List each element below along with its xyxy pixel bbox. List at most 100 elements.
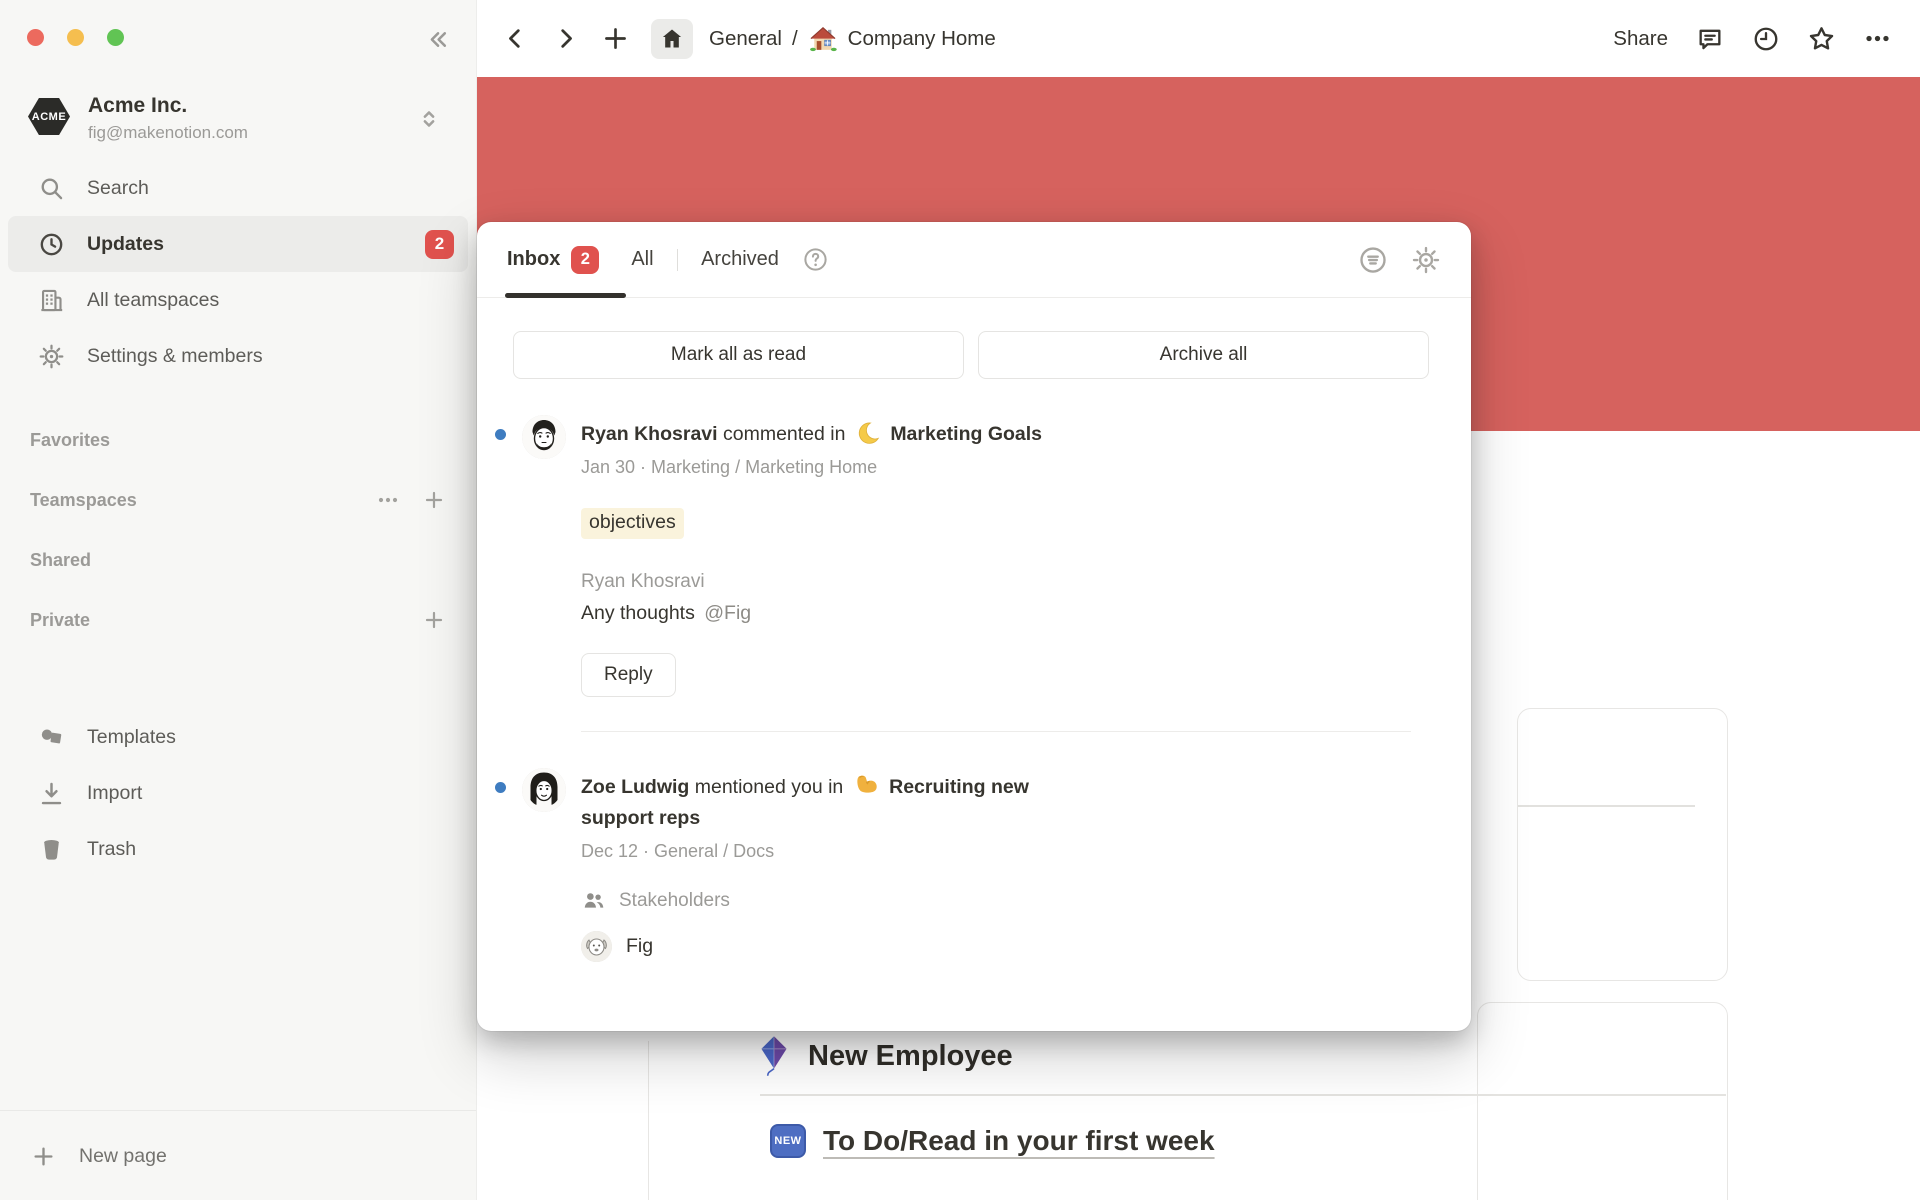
archive-all-button[interactable]: Archive all	[978, 331, 1429, 379]
notification-item[interactable]: Ryan Khosravi commented in Marketing Goa…	[477, 379, 1471, 732]
breadcrumb: General / Company Home	[709, 24, 996, 54]
new-page-label: New page	[79, 1145, 167, 1168]
window-minimize-button[interactable]	[67, 29, 84, 46]
sidebar-item-templates[interactable]: Templates	[8, 709, 468, 765]
notification-title: Zoe Ludwig mentioned you in Recruiting n…	[581, 772, 1101, 834]
mark-all-read-button[interactable]: Mark all as read	[513, 331, 964, 379]
sidebar-item-label: Settings & members	[87, 345, 263, 368]
import-icon	[38, 780, 65, 807]
forward-icon[interactable]	[551, 24, 580, 53]
topbar: General / Company Home Share	[477, 0, 1920, 77]
sidebar-item-settings[interactable]: Settings & members	[8, 328, 468, 384]
new-page-button[interactable]: New page	[0, 1111, 476, 1200]
sidebar-section-shared[interactable]: Shared	[0, 530, 476, 590]
group-row: Stakeholders	[581, 888, 1411, 913]
notion-app-window: ACME Acme Inc. fig@makenotion.com Search	[0, 0, 1920, 1200]
sidebar-item-label: Import	[87, 782, 142, 805]
inbox-header: Inbox 2 All Archived	[477, 222, 1471, 298]
inbox-settings-gear-icon[interactable]	[1411, 245, 1441, 275]
house-emoji	[808, 24, 838, 54]
page-link-to-do-read[interactable]: To Do/Read in your first week	[823, 1125, 1215, 1157]
highlighted-quote: objectives	[581, 508, 684, 539]
workspace-email: fig@makenotion.com	[88, 123, 248, 143]
clock-icon	[38, 231, 65, 258]
search-icon	[38, 175, 65, 202]
plus-icon	[30, 1143, 57, 1170]
help-icon[interactable]	[802, 246, 829, 273]
tab-archived[interactable]: Archived	[701, 248, 779, 271]
person-row: Fig	[581, 931, 1411, 962]
page-section-heading: New Employee	[808, 1040, 1013, 1073]
sidebar-section-favorites[interactable]: Favorites	[0, 410, 476, 470]
sidebar-sections: Favorites Teamspaces Shared Private	[0, 410, 476, 650]
updates-inbox-popover: Inbox 2 All Archived	[477, 222, 1471, 1031]
page-card-border	[648, 1041, 649, 1200]
sidebar-section-private[interactable]: Private	[0, 590, 476, 650]
add-private-page-icon[interactable]	[422, 608, 446, 632]
sidebar-footer: New page	[0, 1110, 476, 1200]
avatar	[522, 768, 566, 812]
add-teamspace-icon[interactable]	[422, 488, 446, 512]
person-name[interactable]: Fig	[626, 935, 653, 958]
breadcrumb-page[interactable]: Company Home	[848, 27, 996, 51]
crescent-moon-emoji	[855, 420, 881, 446]
tab-inbox[interactable]: Inbox 2	[507, 246, 599, 274]
workspace-switcher[interactable]: ACME Acme Inc. fig@makenotion.com	[28, 92, 462, 143]
people-icon	[581, 888, 606, 913]
comment-author: Ryan Khosravi	[581, 571, 1411, 593]
window-close-button[interactable]	[27, 29, 44, 46]
page-card	[1517, 708, 1728, 981]
kite-emoji	[756, 1034, 792, 1078]
share-button[interactable]: Share	[1613, 27, 1668, 51]
notification-meta: Dec 12 · General / Docs	[581, 841, 1411, 862]
mention-fig[interactable]: @Fig	[704, 602, 751, 624]
back-icon[interactable]	[501, 24, 530, 53]
comment-text: Any thoughts @Fig	[581, 602, 1411, 625]
gear-icon	[38, 343, 65, 370]
sidebar-item-search[interactable]: Search	[8, 160, 468, 216]
group-name[interactable]: Stakeholders	[619, 890, 730, 912]
sidebar-item-label: All teamspaces	[87, 289, 219, 312]
sidebar-item-updates[interactable]: Updates 2	[8, 216, 468, 272]
home-icon	[659, 26, 685, 52]
breadcrumb-section[interactable]: General	[709, 27, 782, 51]
updates-count-badge: 2	[425, 230, 454, 259]
more-options-icon[interactable]	[376, 488, 400, 512]
tab-divider	[677, 249, 679, 271]
sidebar: ACME Acme Inc. fig@makenotion.com Search	[0, 0, 477, 1200]
notification-item[interactable]: Zoe Ludwig mentioned you in Recruiting n…	[477, 732, 1471, 962]
notification-meta: Jan 30 · Marketing / Marketing Home	[581, 457, 1411, 478]
tab-all[interactable]: All	[631, 248, 653, 271]
sidebar-nav: Search Updates 2 All teamspaces Setting	[0, 160, 476, 384]
unread-dot	[495, 782, 506, 793]
breadcrumb-separator: /	[792, 27, 798, 51]
sidebar-item-label: Search	[87, 177, 149, 200]
more-options-icon[interactable]	[1863, 24, 1892, 53]
trash-icon	[38, 836, 65, 863]
new-emoji: NEW	[770, 1124, 806, 1158]
home-button[interactable]	[651, 19, 693, 59]
new-tab-plus-icon[interactable]	[601, 24, 630, 53]
sidebar-item-label: Updates	[87, 233, 164, 256]
sidebar-item-trash[interactable]: Trash	[8, 821, 468, 877]
workspace-switch-icon	[416, 106, 442, 132]
unread-dot	[495, 429, 506, 440]
page-card	[1477, 1002, 1728, 1200]
filter-icon[interactable]	[1358, 245, 1388, 275]
sidebar-item-all-teamspaces[interactable]: All teamspaces	[8, 272, 468, 328]
comments-icon[interactable]	[1695, 24, 1724, 53]
card-divider	[1518, 805, 1695, 807]
sidebar-section-teamspaces[interactable]: Teamspaces	[0, 470, 476, 530]
favorite-star-icon[interactable]	[1807, 24, 1836, 53]
active-tab-indicator	[505, 293, 626, 298]
window-zoom-button[interactable]	[107, 29, 124, 46]
sidebar-item-label: Trash	[87, 838, 136, 861]
sidebar-item-label: Templates	[87, 726, 176, 749]
section-divider	[760, 1094, 1726, 1096]
avatar	[522, 415, 566, 459]
collapse-sidebar-icon[interactable]	[422, 24, 452, 54]
reply-button[interactable]: Reply	[581, 653, 676, 697]
sidebar-item-import[interactable]: Import	[8, 765, 468, 821]
sidebar-tools: Templates Import Trash	[0, 709, 476, 877]
history-clock-icon[interactable]	[1751, 24, 1780, 53]
